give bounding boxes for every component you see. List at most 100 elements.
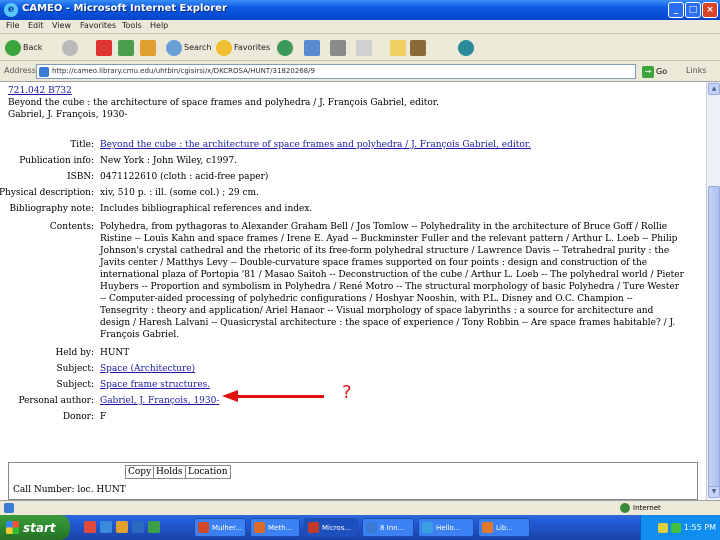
forward-arrow-icon <box>62 39 78 56</box>
forward-button[interactable] <box>62 38 78 57</box>
quicklaunch-icon[interactable] <box>116 521 128 533</box>
physical-description-label: Physical description: <box>0 188 94 198</box>
physical-description-value: xiv, 510 p. : ill. (some col.) ; 29 cm. <box>100 188 259 198</box>
vertical-scrollbar[interactable]: ▲ ▼ <box>706 82 720 500</box>
contents-line: Polyhedra, from pythagoras to Alexander … <box>100 222 668 232</box>
go-button[interactable]: → Go <box>642 64 674 79</box>
record-author-line: Gabriel, J. François, 1930- <box>8 110 128 120</box>
messenger-icon <box>458 39 474 56</box>
taskbar-item[interactable]: Mulher... <box>194 518 246 537</box>
taskbar-item[interactable]: Lib... <box>478 518 530 537</box>
refresh-button[interactable] <box>118 38 134 57</box>
research-button[interactable] <box>410 38 426 57</box>
page-icon <box>39 67 49 77</box>
contents-line: -- Computer-aided processing of polyhedr… <box>100 294 633 304</box>
clock[interactable]: 1:55 PM <box>684 523 716 532</box>
printer-icon <box>330 39 346 56</box>
contents-line: design / Haresh Lalvani -- Quasicrystal … <box>100 318 676 328</box>
windows-flag-icon <box>6 521 19 534</box>
app-icon <box>254 522 265 533</box>
system-tray: 1:55 PM <box>640 515 720 540</box>
home-button[interactable] <box>140 38 156 57</box>
isbn-value: 0471122610 (cloth : acid-free paper) <box>100 172 269 182</box>
minimize-button[interactable]: _ <box>668 2 684 18</box>
taskbar-item[interactable]: Micros... <box>304 518 358 537</box>
subject-label: Subject: <box>56 380 94 390</box>
personal-author-link[interactable]: Gabriel, J. François, 1930- <box>100 396 219 406</box>
contents-label: Contents: <box>49 222 94 232</box>
search-icon <box>166 39 182 56</box>
address-input[interactable]: http://cameo.library.cmu.edu/uhtbin/cgis… <box>36 64 636 79</box>
window-title: CAMEO - Microsoft Internet Explorer <box>22 3 227 14</box>
quicklaunch-icon[interactable] <box>148 521 160 533</box>
menu-tools[interactable]: Tools <box>122 21 142 30</box>
holdings-table: Copy Holds Location Call Number: loc. HU… <box>8 462 698 500</box>
star-icon <box>216 39 232 56</box>
messenger-button[interactable] <box>458 38 474 57</box>
scroll-up-icon[interactable]: ▲ <box>708 83 720 95</box>
favorites-button[interactable]: Favorites <box>216 38 270 57</box>
quicklaunch-icon[interactable] <box>132 521 144 533</box>
annotation-arrow-shaft <box>236 395 324 398</box>
folder-icon <box>390 39 406 56</box>
menu-file[interactable]: File <box>6 21 19 30</box>
isbn-label: ISBN: <box>67 172 94 182</box>
page-done-icon <box>4 503 14 513</box>
taskbar-item[interactable]: Meth... <box>250 518 300 537</box>
refresh-icon <box>118 39 134 56</box>
bibliography-value: Includes bibliographical references and … <box>100 204 313 214</box>
holdings-header-copy: Copy <box>125 465 155 479</box>
menu-favorites[interactable]: Favorites <box>80 21 116 30</box>
ie-logo-icon: e <box>4 3 18 17</box>
subject-link-space-frame-structures[interactable]: Space frame structures. <box>100 380 210 390</box>
stop-button[interactable] <box>96 38 112 57</box>
folder-button[interactable] <box>390 38 406 57</box>
scroll-thumb[interactable] <box>708 186 720 494</box>
donor-label: Donor: <box>62 412 94 422</box>
taskbar-item[interactable]: 8 Inn... <box>362 518 414 537</box>
subject-label: Subject: <box>56 364 94 374</box>
history-icon <box>277 39 293 56</box>
maximize-button[interactable]: □ <box>685 2 701 18</box>
globe-icon <box>620 503 630 513</box>
personal-author-label: Personal author: <box>18 396 94 406</box>
close-button[interactable]: × <box>702 2 718 18</box>
print-button[interactable] <box>330 38 346 57</box>
links-button[interactable]: Links <box>686 66 707 75</box>
scroll-down-icon[interactable]: ▼ <box>708 486 720 498</box>
contents-line: Johnson's crystal cathedral and the rhet… <box>100 246 670 256</box>
publication-value: New York : John Wiley, c1997. <box>100 156 237 166</box>
menu-edit[interactable]: Edit <box>28 21 44 30</box>
edit-icon <box>356 39 372 56</box>
mail-button[interactable] <box>304 38 320 57</box>
app-icon <box>422 522 433 533</box>
toolbar: Back Search Favorites <box>0 34 720 61</box>
quicklaunch-icon[interactable] <box>100 521 112 533</box>
edit-button[interactable] <box>356 38 372 57</box>
tray-icon[interactable] <box>670 522 681 533</box>
menu-help[interactable]: Help <box>150 21 168 30</box>
menu-bar: File Edit View Favorites Tools Help <box>0 20 720 34</box>
held-by-label: Held by: <box>55 348 94 358</box>
home-icon <box>140 39 156 56</box>
holdings-header-holds: Holds <box>153 465 186 479</box>
status-bar: Internet <box>0 500 720 515</box>
app-icon <box>366 522 377 533</box>
tray-icon[interactable] <box>657 522 668 533</box>
page-content: 721.042 B732 Beyond the cube : the archi… <box>0 82 706 500</box>
subject-link-space-architecture[interactable]: Space (Architecture) <box>100 364 195 374</box>
search-button[interactable]: Search <box>166 38 211 57</box>
taskbar-item[interactable]: Hello... <box>418 518 474 537</box>
record-title-line: Beyond the cube : the architecture of sp… <box>8 98 439 108</box>
quicklaunch-icon[interactable] <box>84 521 96 533</box>
holdings-header-location: Location <box>185 465 231 479</box>
app-icon <box>198 522 209 533</box>
title-link[interactable]: Beyond the cube : the architecture of sp… <box>100 140 531 150</box>
contents-line: Ristine -- Louis Kahn and space frames /… <box>100 234 678 244</box>
window-title-bar[interactable]: e CAMEO - Microsoft Internet Explorer _ … <box>0 0 720 20</box>
call-number-link[interactable]: 721.042 B732 <box>8 86 72 96</box>
start-button[interactable]: start <box>0 515 70 540</box>
history-button[interactable] <box>277 38 293 57</box>
menu-view[interactable]: View <box>52 21 71 30</box>
back-button[interactable]: Back <box>5 38 42 57</box>
